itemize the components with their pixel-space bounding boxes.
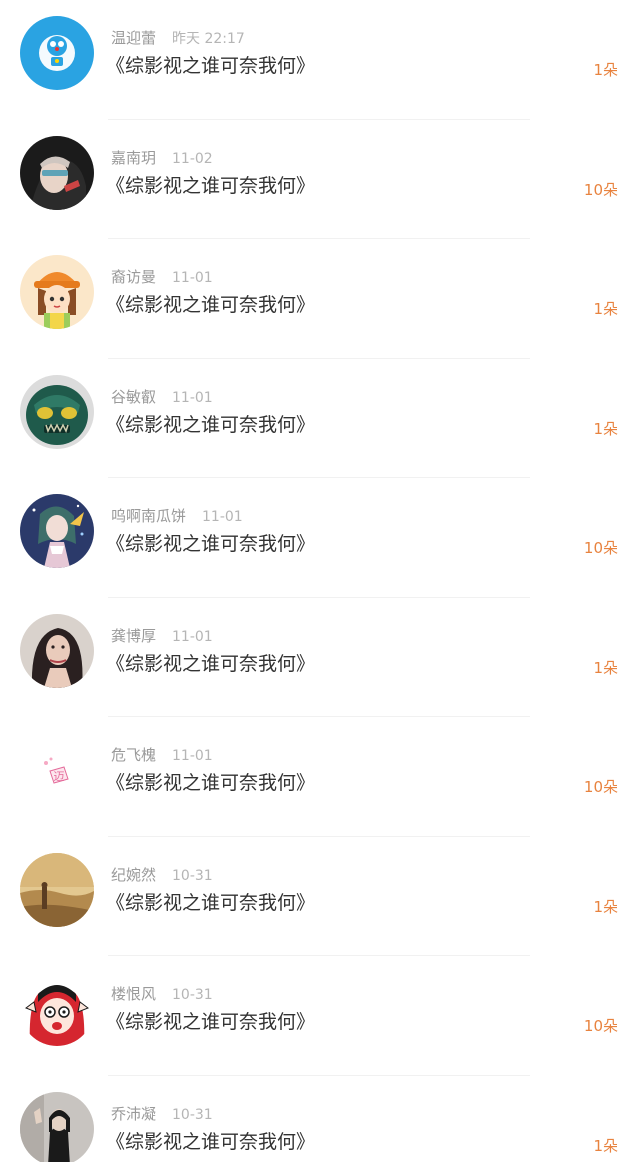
user-name[interactable]: 温迎蕾 [111, 29, 156, 47]
user-name[interactable]: 谷敏叡 [111, 388, 156, 406]
list-item[interactable]: 温迎蕾 昨天 22:17 《综影视之谁可奈我何》 1朵 [0, 0, 640, 120]
item-meta: 嘉南玥 11-02 [111, 148, 213, 169]
timestamp: 11-01 [172, 389, 213, 406]
book-title[interactable]: 《综影视之谁可奈我何》 [106, 1009, 315, 1035]
book-title[interactable]: 《综影视之谁可奈我何》 [106, 412, 315, 438]
list-item[interactable]: 迈 危飞槐 11-01 《综影视之谁可奈我何》 10朵 [0, 717, 640, 837]
timestamp: 昨天 22:17 [172, 31, 245, 47]
flower-count: 1朵 [593, 658, 618, 677]
desert-landscape-avatar-icon[interactable] [20, 852, 94, 927]
girl-dark-avatar-icon[interactable] [20, 135, 94, 210]
book-title[interactable]: 《综影视之谁可奈我何》 [106, 651, 315, 677]
cartoon-face-avatar-icon[interactable] [20, 972, 94, 1046]
user-name[interactable]: 龚博厚 [111, 627, 156, 645]
list-item[interactable]: 纪婉然 10-31 《综影视之谁可奈我何》 1朵 [0, 837, 640, 957]
book-title[interactable]: 《综影视之谁可奈我何》 [106, 53, 315, 79]
user-name[interactable]: 纪婉然 [111, 866, 156, 884]
book-title[interactable]: 《综影视之谁可奈我何》 [106, 173, 315, 199]
item-meta: 危飞槐 11-01 [111, 745, 213, 766]
list-item[interactable]: 龚博厚 11-01 《综影视之谁可奈我何》 1朵 [0, 598, 640, 718]
timestamp: 11-01 [172, 270, 213, 286]
doraemon-avatar-icon[interactable] [20, 16, 94, 90]
flower-count: 1朵 [593, 1136, 618, 1155]
user-name[interactable]: 呜啊南瓜饼 [111, 507, 186, 525]
cartoon-girl-orange-hat-avatar-icon[interactable] [20, 255, 94, 329]
book-title[interactable]: 《综影视之谁可奈我何》 [106, 770, 315, 796]
list-item[interactable]: 嘉南玥 11-02 《综影视之谁可奈我何》 10朵 [0, 120, 640, 240]
timestamp: 10-31 [172, 867, 213, 884]
list-item[interactable]: 乔沛凝 10-31 《综影视之谁可奈我何》 1朵 [0, 1076, 640, 1162]
item-meta: 纪婉然 10-31 [111, 865, 213, 886]
reward-list: 温迎蕾 昨天 22:17 《综影视之谁可奈我何》 1朵 嘉南玥 11-02 《综影视… [0, 0, 640, 1162]
user-name[interactable]: 裔访曼 [111, 268, 156, 286]
anime-character-avatar-icon[interactable] [20, 494, 94, 568]
user-name[interactable]: 乔沛凝 [111, 1105, 156, 1123]
timestamp: 10-31 [172, 987, 213, 1003]
item-meta: 乔沛凝 10-31 [111, 1104, 213, 1125]
user-name[interactable]: 危飞槐 [111, 746, 156, 764]
flower-count: 10朵 [583, 180, 618, 199]
book-title[interactable]: 《综影视之谁可奈我何》 [106, 1129, 315, 1155]
list-item[interactable]: 谷敏叡 11-01 《综影视之谁可奈我何》 1朵 [0, 359, 640, 479]
book-title[interactable]: 《综影视之谁可奈我何》 [106, 292, 315, 318]
flower-count: 1朵 [593, 300, 618, 318]
svg-text:迈: 迈 [54, 770, 65, 783]
flower-count: 1朵 [593, 419, 618, 438]
flower-count: 1朵 [593, 897, 618, 916]
list-item[interactable]: 呜啊南瓜饼 11-01 《综影视之谁可奈我何》 10朵 [0, 478, 640, 598]
timestamp: 11-02 [172, 150, 213, 167]
item-meta: 谷敏叡 11-01 [111, 387, 213, 408]
user-name[interactable]: 楼恨风 [111, 985, 156, 1003]
item-meta: 龚博厚 11-01 [111, 626, 213, 647]
item-meta: 温迎蕾 昨天 22:17 [111, 28, 245, 49]
woman-portrait-avatar-icon[interactable] [20, 613, 94, 688]
timestamp: 11-01 [202, 509, 243, 525]
item-meta: 裔访曼 11-01 [111, 267, 213, 288]
timestamp: 10-31 [172, 1106, 213, 1123]
flower-count: 10朵 [583, 539, 618, 557]
flower-count: 10朵 [583, 1017, 618, 1035]
item-meta: 楼恨风 10-31 [111, 984, 213, 1005]
list-item[interactable]: 裔访曼 11-01 《综影视之谁可奈我何》 1朵 [0, 239, 640, 359]
green-monster-avatar-icon[interactable] [20, 374, 94, 449]
user-name[interactable]: 嘉南玥 [111, 149, 156, 167]
book-title[interactable]: 《综影视之谁可奈我何》 [106, 531, 315, 557]
pink-character-avatar-icon[interactable]: 迈 [20, 733, 94, 807]
item-meta: 呜啊南瓜饼 11-01 [111, 506, 243, 527]
timestamp: 11-01 [172, 748, 213, 764]
list-item[interactable]: 楼恨风 10-31 《综影视之谁可奈我何》 10朵 [0, 956, 640, 1076]
flower-count: 10朵 [583, 778, 618, 796]
flower-count: 1朵 [593, 61, 618, 79]
person-photo-avatar-icon[interactable] [20, 1091, 94, 1162]
book-title[interactable]: 《综影视之谁可奈我何》 [106, 890, 315, 916]
timestamp: 11-01 [172, 628, 213, 645]
